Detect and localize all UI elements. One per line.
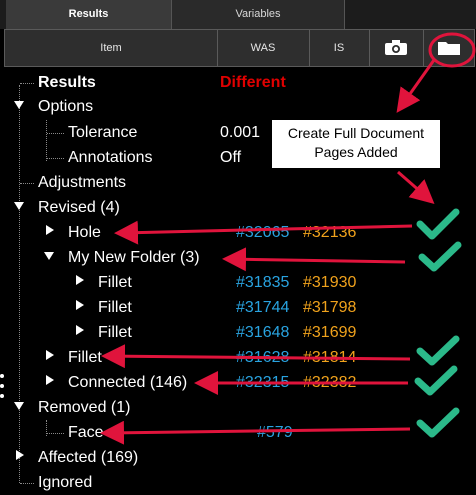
is-value: #31798 [303, 299, 357, 316]
tree-item-annotations[interactable]: Annotations [68, 146, 153, 170]
tree-guide [20, 483, 34, 484]
is-value: #32382 [303, 374, 357, 391]
tree-item-hole[interactable]: Hole [68, 221, 101, 245]
tree-item-revised[interactable]: Revised (4) [38, 196, 120, 220]
tree-item-fillet[interactable]: Fillet [98, 321, 132, 345]
expand-arrow-icon[interactable] [46, 225, 54, 235]
annotations-value: Off [220, 149, 242, 166]
is-value: #31699 [303, 324, 357, 341]
callout-line: Pages Added [314, 144, 398, 160]
tab-bar: Results Variables [0, 0, 476, 29]
was-value: #32065 [236, 224, 290, 241]
tree-item-tolerance[interactable]: Tolerance [68, 121, 137, 145]
column-is[interactable]: IS [309, 30, 370, 66]
expand-arrow-icon[interactable] [14, 402, 24, 410]
tree-item-affected[interactable]: Affected (169) [38, 446, 138, 470]
tree-item-adjustments[interactable]: Adjustments [38, 171, 126, 195]
expand-arrow-icon[interactable] [76, 275, 84, 285]
tree-item-face[interactable]: Face [68, 421, 104, 445]
tree-item-removed[interactable]: Removed (1) [38, 396, 130, 420]
was-value: #31628 [236, 349, 290, 366]
tree-item-options[interactable]: Options [38, 95, 93, 119]
tree-item-fillet[interactable]: Fillet [98, 271, 132, 295]
tree-item-fillet[interactable]: Fillet [98, 296, 132, 320]
splitter-handle[interactable] [0, 374, 4, 404]
tree-guide [46, 120, 47, 161]
tab-results[interactable]: Results [6, 0, 171, 29]
was-value: #31648 [236, 324, 290, 341]
is-value: #31814 [303, 349, 357, 366]
camera-icon [385, 40, 407, 55]
tolerance-value: 0.001 [220, 124, 261, 141]
expand-arrow-icon[interactable] [76, 300, 84, 310]
was-value: #31835 [236, 274, 290, 291]
tree-item-results[interactable]: Results [38, 71, 96, 95]
tree-guide [19, 85, 20, 483]
expand-arrow-icon[interactable] [46, 350, 54, 360]
expand-arrow-icon[interactable] [14, 101, 24, 109]
results-status: Different [220, 74, 286, 91]
is-value: #31930 [303, 274, 357, 291]
column-header: Item WAS IS [4, 29, 475, 67]
folder-icon [438, 42, 460, 55]
tree-guide [47, 433, 64, 434]
column-item[interactable]: Item [5, 30, 218, 66]
camera-button[interactable] [369, 30, 424, 66]
callout-note: Create Full Document Pages Added [272, 120, 440, 168]
column-was[interactable]: WAS [217, 30, 310, 66]
tree-guide [20, 183, 34, 184]
was-value: #579 [257, 424, 293, 441]
tree-item-ignored[interactable]: Ignored [38, 471, 92, 495]
results-label: Results [38, 74, 96, 91]
expand-arrow-icon[interactable] [44, 252, 54, 260]
was-value: #32315 [236, 374, 290, 391]
tab-variables[interactable]: Variables [171, 0, 345, 29]
tree-guide [47, 133, 64, 134]
tree-item-fillet[interactable]: Fillet [68, 346, 102, 370]
is-value: #32136 [303, 224, 357, 241]
tree-guide [20, 83, 34, 84]
expand-arrow-icon[interactable] [16, 450, 24, 460]
folder-button[interactable] [423, 30, 475, 66]
expand-arrow-icon[interactable] [76, 325, 84, 335]
tree-item-my-new-folder[interactable]: My New Folder (3) [68, 246, 200, 270]
was-value: #31744 [236, 299, 290, 316]
tree-guide [47, 158, 64, 159]
callout-line: Create Full Document [287, 125, 425, 141]
expand-arrow-icon[interactable] [14, 202, 24, 210]
expand-arrow-icon[interactable] [46, 375, 54, 385]
tree-item-connected[interactable]: Connected (146) [68, 371, 187, 395]
